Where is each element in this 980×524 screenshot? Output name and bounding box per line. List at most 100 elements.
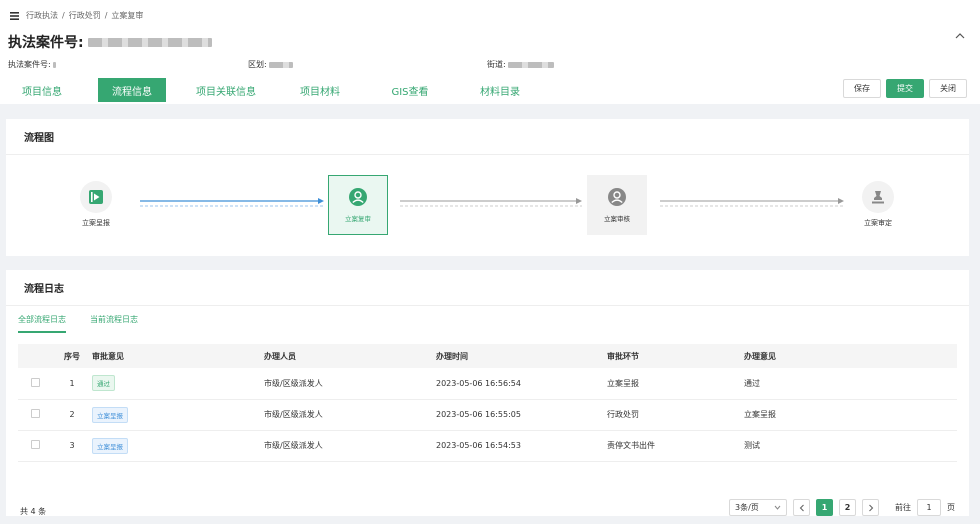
status-badge: 立案呈报 — [92, 406, 128, 423]
select-column — [18, 344, 52, 368]
tab-current-logs[interactable]: 当前流程日志 — [90, 314, 138, 333]
row-comment: 测试 — [744, 430, 957, 462]
row-handler: 市级/区级派发人 — [264, 368, 436, 400]
flow-log-card: 流程日志 全部流程日志 当前流程日志 序号 审批意见 办理人员 办理时间 审批环… — [6, 270, 969, 516]
flow-node-label: 立案审核 — [604, 215, 630, 223]
row-number: 1 — [52, 368, 92, 400]
redacted-value — [268, 61, 293, 68]
info-case-number: 执法案件号: — [8, 59, 56, 70]
main-tabs: 项目信息 流程信息 项目关联信息 项目材料 GIS查看 材料目录 — [0, 78, 556, 102]
column-header: 办理意见 — [744, 344, 957, 368]
flow-node-label: 立案复审 — [345, 215, 371, 223]
stamp-icon — [862, 181, 894, 213]
case-number-label: 执法案件号: — [8, 60, 51, 69]
row-time: 2023-05-06 16:56:54 — [436, 368, 607, 400]
row-checkbox[interactable] — [31, 377, 40, 387]
row-step: 行政处罚 — [607, 399, 744, 431]
row-time: 2023-05-06 16:55:05 — [436, 399, 607, 431]
chevron-down-icon — [774, 503, 781, 512]
page-size-select[interactable]: 3条/页 — [729, 499, 787, 516]
log-tabs: 全部流程日志 当前流程日志 — [18, 314, 138, 333]
user-icon — [348, 187, 368, 207]
total-count: 共 4 条 — [20, 507, 47, 516]
flow-node-label: 立案呈报 — [82, 219, 110, 227]
row-number: 3 — [52, 430, 92, 462]
flow-diagram: 立案呈报 立案复审 立案审核 立案审定 — [6, 155, 969, 256]
breadcrumb-separator: / — [62, 11, 65, 20]
tab-project-info[interactable]: 项目信息 — [8, 78, 76, 102]
chevron-left-icon — [799, 504, 804, 511]
table-row[interactable]: 2 立案呈报 市级/区级派发人 2023-05-06 16:55:05 行政处罚… — [18, 399, 957, 431]
redacted-value — [52, 61, 56, 68]
redacted-value — [507, 61, 554, 68]
table-row[interactable]: 3 立案呈报 市级/区级派发人 2023-05-06 16:54:53 责停文书… — [18, 430, 957, 462]
info-street: 街道: — [487, 59, 554, 70]
flow-node-review[interactable]: 立案复审 — [328, 175, 388, 235]
flow-chart-card: 流程图 立案呈报 立案复审 立案审核 立案审定 — [6, 119, 969, 256]
breadcrumb: 行政执法 / 行政处罚 / 立案复审 — [10, 10, 143, 21]
tab-related-info[interactable]: 项目关联信息 — [188, 78, 264, 102]
header-panel: 行政执法 / 行政处罚 / 立案复审 执法案件号: 执法案件号: 区划: 街道:… — [0, 0, 980, 104]
street-label: 街道: — [487, 60, 506, 69]
close-button[interactable]: 关闭 — [929, 79, 967, 98]
row-number: 2 — [52, 399, 92, 431]
table-row[interactable]: 1 通过 市级/区级派发人 2023-05-06 16:56:54 立案呈报 通… — [18, 368, 957, 400]
status-badge: 通过 — [92, 375, 115, 392]
column-header: 审批意见 — [92, 344, 264, 368]
row-handler: 市级/区级派发人 — [264, 399, 436, 431]
pagination: 3条/页 1 2 前往 1 页 — [729, 499, 955, 516]
page-title-label: 执法案件号: — [8, 35, 84, 51]
play-icon — [80, 181, 112, 213]
column-header: 序号 — [52, 344, 92, 368]
info-district: 区划: — [248, 59, 293, 70]
tab-process-info[interactable]: 流程信息 — [98, 78, 166, 102]
flow-node-audit[interactable]: 立案审核 — [587, 175, 647, 235]
flow-node-approve[interactable]: 立案审定 — [855, 181, 901, 228]
tab-project-materials[interactable]: 项目材料 — [286, 78, 354, 102]
user-icon — [607, 187, 627, 207]
district-label: 区划: — [248, 60, 267, 69]
flow-node-report[interactable]: 立案呈报 — [76, 181, 116, 228]
flow-node-label: 立案审定 — [864, 219, 892, 227]
breadcrumb-item: 立案复审 — [111, 11, 144, 20]
flow-chart-title: 流程图 — [6, 119, 969, 155]
page-button-1[interactable]: 1 — [816, 499, 833, 516]
prev-page-button[interactable] — [793, 499, 810, 516]
row-comment: 立案呈报 — [744, 399, 957, 431]
page-unit-label: 页 — [947, 503, 955, 512]
chevron-right-icon — [868, 504, 873, 511]
column-header: 办理人员 — [264, 344, 436, 368]
row-time: 2023-05-06 16:54:53 — [436, 430, 607, 462]
row-step: 责停文书出件 — [607, 430, 744, 462]
page-button-2[interactable]: 2 — [839, 499, 856, 516]
breadcrumb-separator: / — [104, 11, 108, 20]
column-header: 审批环节 — [607, 344, 744, 368]
status-badge: 立案呈报 — [92, 437, 128, 454]
chevron-up-icon[interactable] — [954, 30, 966, 42]
next-page-button[interactable] — [862, 499, 879, 516]
flow-arrow — [140, 198, 324, 207]
log-table: 序号 审批意见 办理人员 办理时间 审批环节 办理意见 1 通过 市级/区级派发… — [18, 344, 957, 462]
page-title: 执法案件号: — [8, 32, 212, 52]
table-header-row: 序号 审批意见 办理人员 办理时间 审批环节 办理意见 — [18, 344, 957, 368]
row-checkbox[interactable] — [31, 440, 40, 449]
redacted-case-number — [87, 37, 212, 47]
submit-button[interactable]: 提交 — [886, 79, 924, 98]
row-step: 立案呈报 — [607, 368, 744, 400]
menu-icon[interactable] — [10, 11, 19, 20]
save-button[interactable]: 保存 — [843, 79, 881, 98]
column-header: 办理时间 — [436, 344, 607, 368]
flow-arrow — [660, 198, 844, 207]
flow-arrow — [400, 198, 582, 207]
breadcrumb-item[interactable]: 行政处罚 — [69, 10, 101, 21]
page-size-value: 3条/页 — [735, 503, 759, 512]
breadcrumb-item[interactable]: 行政执法 — [26, 10, 58, 21]
tab-gis-view[interactable]: GIS查看 — [376, 78, 444, 102]
row-handler: 市级/区级派发人 — [264, 430, 436, 462]
row-comment: 通过 — [744, 368, 957, 400]
tab-all-logs[interactable]: 全部流程日志 — [18, 314, 66, 333]
goto-page-input[interactable]: 1 — [917, 499, 941, 516]
row-checkbox[interactable] — [31, 409, 40, 418]
flow-log-title: 流程日志 — [6, 270, 969, 306]
tab-material-catalog[interactable]: 材料目录 — [466, 78, 534, 102]
